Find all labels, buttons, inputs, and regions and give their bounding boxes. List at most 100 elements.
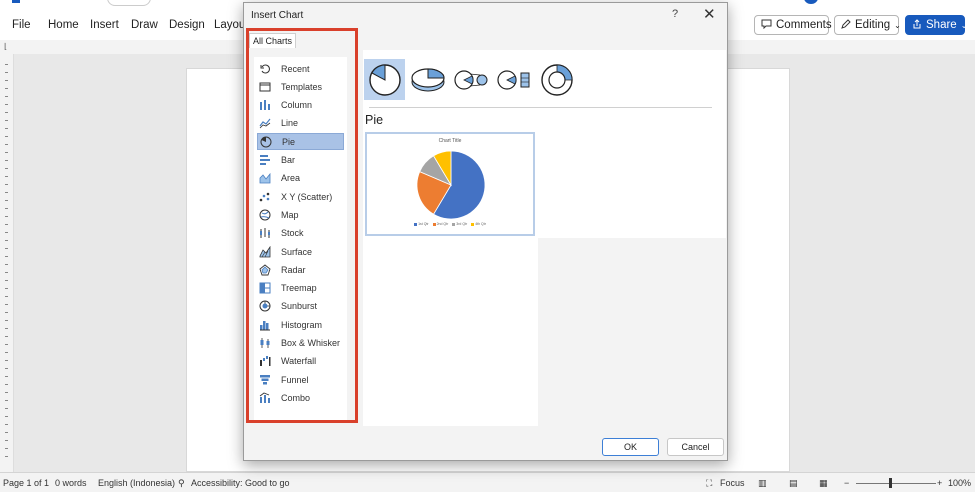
chart-type-waterfall[interactable]: Waterfall: [257, 353, 344, 370]
sunburst-icon: [259, 300, 271, 312]
chart-type-label: Sunburst: [281, 301, 318, 312]
ruler-tick: [5, 360, 8, 361]
zoom-slider-thumb[interactable]: [889, 478, 892, 488]
chart-preview[interactable]: Chart Title 1st Qtr 2nd Qtr 3rd Qtr 4th Qtr: [365, 132, 535, 236]
menu-home[interactable]: Home: [48, 19, 79, 31]
share-button[interactable]: Share ⌄: [905, 15, 967, 35]
read-mode-icon[interactable]: ▥: [758, 478, 767, 489]
ruler-tick: [5, 384, 8, 385]
legend-label: 2nd Qtr: [436, 222, 449, 226]
ruler-tick: [5, 336, 8, 337]
treemap-icon: [259, 282, 271, 294]
ruler-tick: [5, 456, 8, 457]
print-layout-icon[interactable]: ▤: [789, 478, 798, 489]
ruler-tick: [5, 216, 8, 217]
legend-label: 3rd Qtr: [456, 222, 468, 226]
chart-type-line[interactable]: Line: [257, 115, 344, 132]
close-button[interactable]: ✕: [703, 5, 716, 23]
zoom-in-icon[interactable]: +: [937, 478, 942, 488]
ok-button[interactable]: OK: [602, 438, 659, 456]
subtype-pie-of-pie[interactable]: [450, 59, 491, 100]
pie-of-pie-icon: [453, 69, 487, 90]
ruler-tick: [5, 416, 8, 417]
radar-icon: [259, 264, 271, 276]
language-indicator[interactable]: English (Indonesia): [98, 478, 175, 488]
chart-type-surface[interactable]: Surface: [257, 243, 344, 260]
chart-type-area[interactable]: Area: [257, 170, 344, 187]
subtype-bar-of-pie[interactable]: [493, 59, 534, 100]
ruler-tick: [5, 104, 8, 105]
legend-entry: 4th Qtr: [471, 222, 486, 226]
chart-type-label: X Y (Scatter): [281, 191, 333, 202]
ruler-tick: [5, 256, 8, 257]
focus-button[interactable]: Focus: [720, 478, 745, 488]
status-bar: Page 1 of 1 0 words English (Indonesia) …: [0, 472, 975, 492]
ruler-tick: [5, 392, 8, 393]
legend-entry: 2nd Qtr: [432, 222, 449, 226]
menu-draw[interactable]: Draw: [131, 19, 158, 31]
menu-insert[interactable]: Insert: [90, 19, 119, 31]
subtype-doughnut[interactable]: [536, 59, 577, 100]
vertical-ruler: [0, 54, 14, 472]
ruler-tick: [5, 184, 8, 185]
chart-type-sunburst[interactable]: Sunburst: [257, 298, 344, 315]
ruler-tick: [5, 232, 8, 233]
chart-type-treemap[interactable]: Treemap: [257, 280, 344, 297]
accessibility-status[interactable]: Accessibility: Good to go: [191, 478, 290, 488]
ruler-tick: [5, 200, 8, 201]
subtype-pie[interactable]: [364, 59, 405, 100]
chart-type-label: Column: [281, 100, 313, 111]
zoom-out-icon[interactable]: −: [844, 478, 849, 488]
chart-type-funnel[interactable]: Funnel: [257, 371, 344, 388]
menu-design[interactable]: Design: [169, 19, 205, 31]
ruler-tick: [5, 192, 8, 193]
zoom-level[interactable]: 100%: [948, 478, 971, 488]
page-count[interactable]: Page 1 of 1: [3, 478, 49, 488]
chart-type-label: Stock: [281, 228, 304, 239]
chart-subtype-heading: Pie: [365, 113, 384, 127]
editing-label: Editing: [855, 19, 891, 31]
pencil-icon: [841, 18, 851, 32]
tab-stop-icon[interactable]: ⌊: [4, 42, 7, 51]
legend-swatch: [452, 222, 456, 226]
editing-button[interactable]: Editing ⌄: [834, 15, 901, 35]
web-layout-icon[interactable]: ▦: [819, 478, 828, 489]
chart-type-radar[interactable]: Radar: [257, 261, 344, 278]
legend-swatch: [432, 222, 436, 226]
chart-type-stock[interactable]: Stock: [257, 225, 344, 242]
cancel-button[interactable]: Cancel: [667, 438, 724, 456]
scatter-icon: [259, 191, 271, 203]
stock-icon: [259, 227, 271, 239]
ruler-tick: [5, 328, 8, 329]
search-box-fragment[interactable]: [107, 0, 151, 6]
tab-all-charts[interactable]: All Charts: [249, 33, 297, 48]
chart-type-recent[interactable]: Recent: [257, 60, 344, 77]
chart-type-templates[interactable]: Templates: [257, 78, 344, 95]
chart-type-x-y-scatter[interactable]: X Y (Scatter): [257, 188, 344, 205]
doughnut-icon: [540, 63, 573, 96]
menu-file[interactable]: File: [12, 19, 31, 31]
ruler-tick: [5, 120, 8, 121]
preview-legend: 1st Qtr 2nd Qtr 3rd Qtr 4th Qtr: [367, 222, 533, 226]
ruler-tick: [5, 240, 8, 241]
word-count[interactable]: 0 words: [55, 478, 87, 488]
line-icon: [259, 117, 271, 129]
chart-type-combo[interactable]: Combo: [257, 389, 344, 406]
zoom-slider[interactable]: [856, 483, 936, 484]
chart-gallery: Pie Chart Title 1st Qtr 2nd Qtr 3rd Qtr 4th…: [363, 50, 726, 426]
comments-button[interactable]: Comments: [754, 15, 832, 35]
subtype-3-d-pie[interactable]: [407, 59, 448, 100]
avatar[interactable]: [804, 0, 818, 4]
legend-entry: 3rd Qtr: [452, 222, 467, 226]
chart-type-box-whisker[interactable]: Box & Whisker: [257, 335, 344, 352]
help-button[interactable]: ?: [672, 8, 678, 20]
chart-type-column[interactable]: Column: [257, 97, 344, 114]
chart-type-map[interactable]: Map: [257, 206, 344, 223]
chart-type-pie[interactable]: Pie: [257, 133, 344, 151]
accessibility-icon: ⚲: [178, 478, 185, 488]
3-d-pie-icon: [410, 67, 445, 91]
area-icon: [259, 172, 271, 184]
chart-type-bar[interactable]: Bar: [257, 152, 344, 169]
chart-type-histogram[interactable]: Histogram: [257, 316, 344, 333]
bar-icon: [259, 154, 271, 166]
